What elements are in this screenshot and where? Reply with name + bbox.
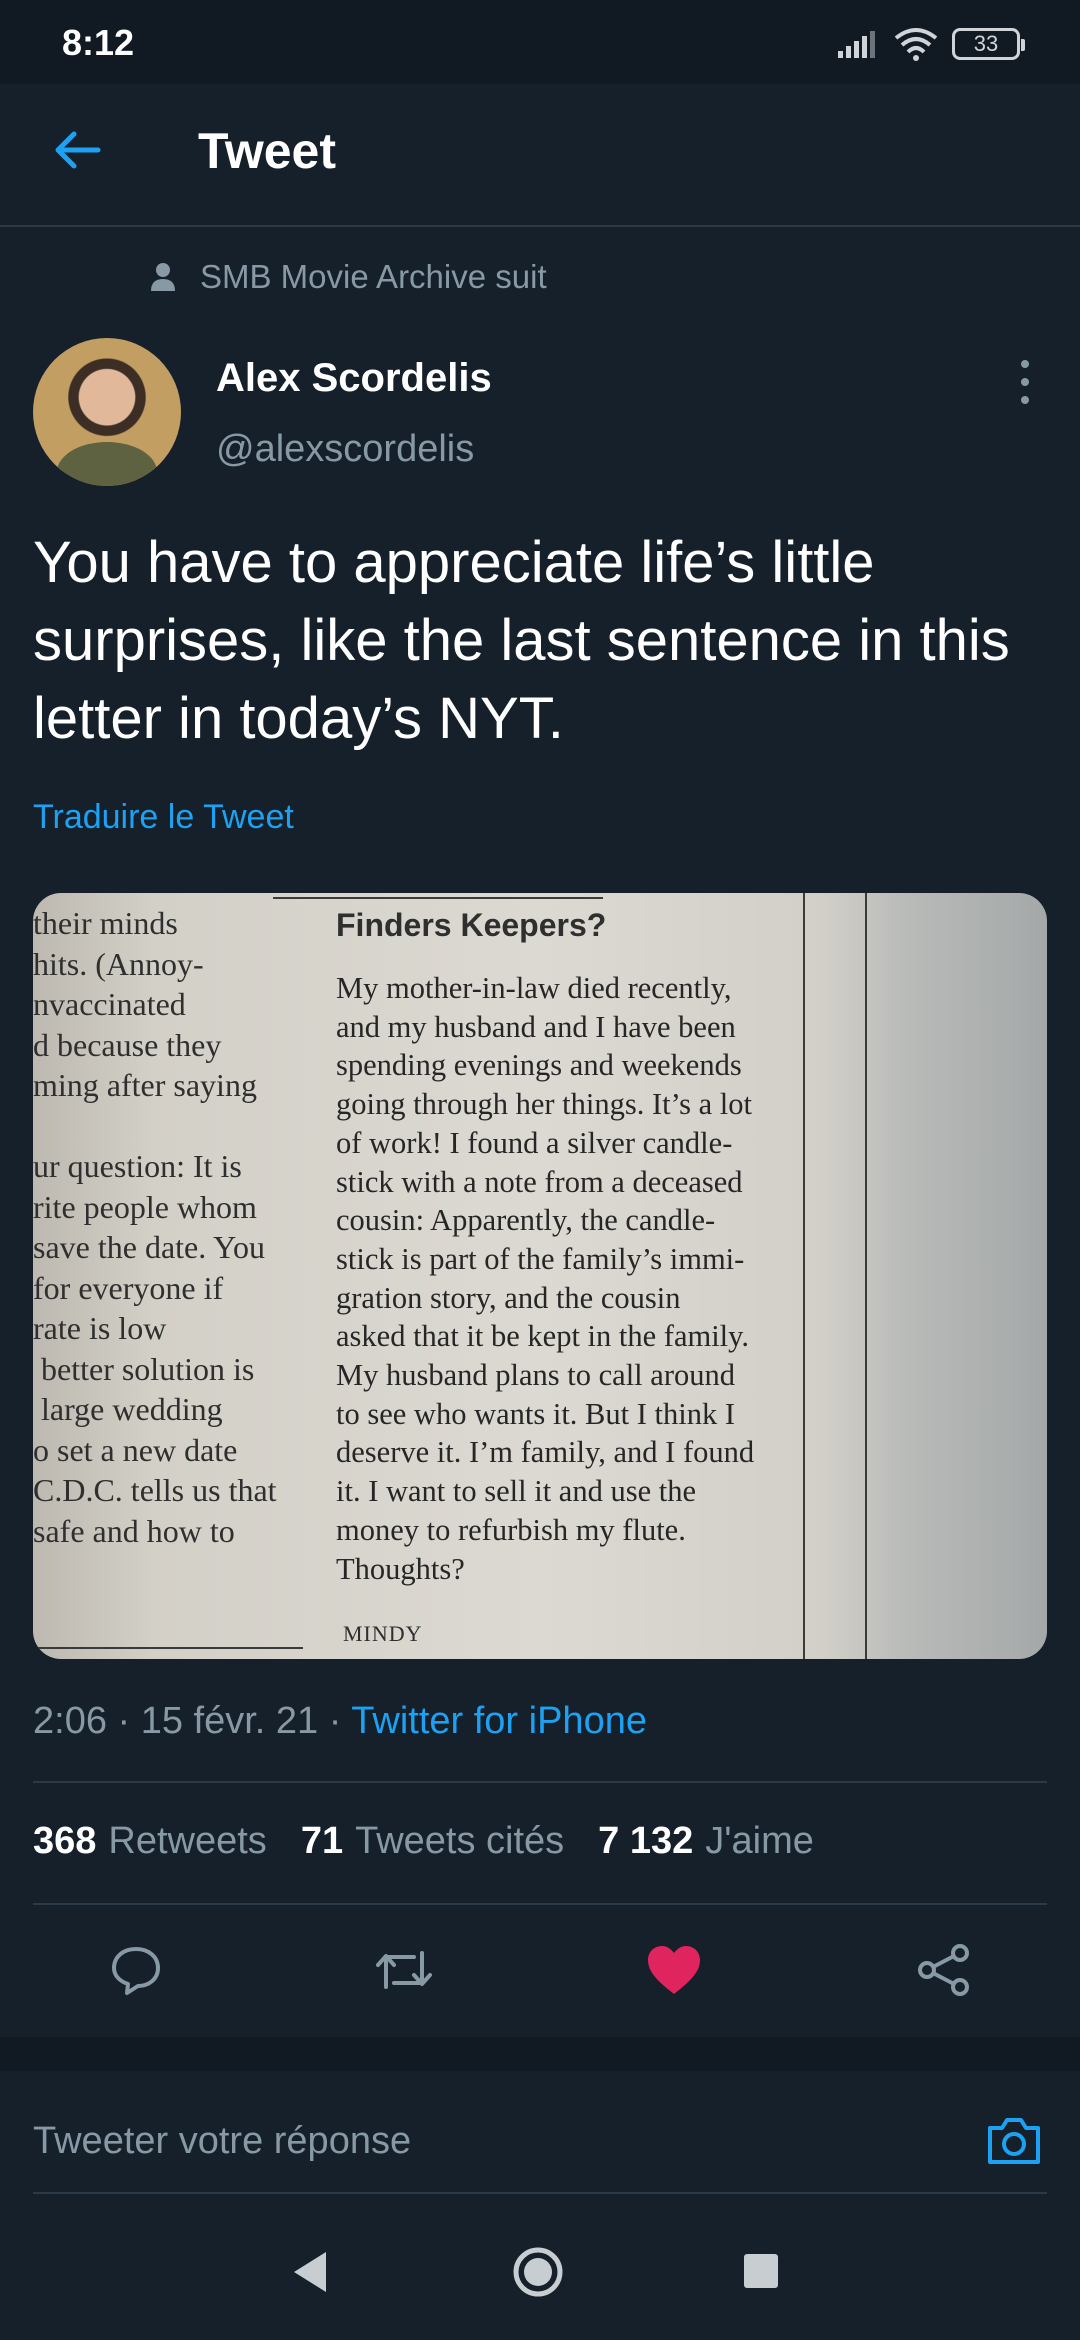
newspaper-left-column: their minds hits. (Annoy-nvaccinated d bec… [33, 903, 323, 1551]
retweets-count: 368 [33, 1820, 97, 1862]
divider [33, 1903, 1047, 1905]
tweet-timestamp: 2:06 · 15 févr. 21 · [33, 1700, 352, 1742]
newspaper-line: ming after saying [33, 1067, 257, 1103]
letter-signature: MINDY [343, 1621, 423, 1646]
letter-line: spending evenings and weekends [336, 1048, 742, 1083]
author-name[interactable]: Alex Scordelis [216, 356, 492, 401]
social-context-text: SMB Movie Archive suit [200, 258, 547, 295]
newspaper-line: hits. (Annoy- [33, 945, 204, 982]
letter-body: My mother-in-law died recently, and my hu… [336, 969, 836, 1588]
letter-line: stick with a note from a deceased [336, 1164, 743, 1199]
newspaper-line: better solution is [33, 1350, 255, 1387]
letter-line: going through her things. It’s a lot [336, 1087, 752, 1122]
newspaper-line: rate is low [33, 1310, 167, 1346]
avatar[interactable] [33, 338, 181, 486]
like-icon [648, 1946, 700, 1994]
letter-line: deserve it. I’m family, and I found [336, 1435, 755, 1470]
quotes-stat[interactable]: 71 Tweets cités [301, 1820, 564, 1863]
arrow-left-icon[interactable] [48, 120, 108, 180]
letter-line: asked that it be kept in the family. [336, 1319, 750, 1354]
nav-home-icon[interactable] [512, 2246, 564, 2298]
person-icon [151, 263, 175, 291]
newspaper-line: save the date. You [33, 1229, 265, 1265]
nav-back-icon[interactable] [290, 2250, 330, 2294]
letter-line: gration story, and the cousin [336, 1280, 681, 1315]
letter-line: Thoughts? [336, 1551, 465, 1586]
newspaper-column-rule-2 [865, 893, 867, 1659]
tweet-source-link[interactable]: Twitter for iPhone [351, 1700, 647, 1742]
reply-button[interactable] [106, 1940, 166, 2000]
reply-input[interactable]: Tweeter votre réponse [33, 2120, 411, 2163]
quotes-count: 71 [300, 1820, 344, 1862]
retweet-icon [376, 1951, 432, 1989]
status-time: 8:12 [62, 22, 135, 63]
letter-line: My mother-in-law died recently, [336, 971, 732, 1005]
newspaper-rule-top [273, 897, 603, 899]
tweet-stats: 368 Retweets 71 Tweets cités 7 132 J'aime [33, 1820, 814, 1863]
newspaper-line: large wedding [33, 1391, 223, 1427]
newspaper-rule-bottom [33, 1647, 303, 1649]
author-handle[interactable]: @alexscordelis [216, 428, 474, 471]
wifi-icon [894, 28, 938, 61]
letter-line: My husband plans to call around [336, 1358, 735, 1393]
avatar-shirt [57, 442, 157, 486]
newspaper-line: rite people whom [33, 1188, 257, 1225]
camera-icon[interactable] [984, 2110, 1044, 2170]
status-icons: 33 [836, 24, 1025, 64]
newspaper-line: ur question: It is [33, 1148, 242, 1184]
letter-line: cousin: Apparently, the candle- [336, 1203, 716, 1238]
like-button[interactable] [644, 1940, 704, 2000]
quotes-label: Tweets cités [355, 1820, 565, 1862]
tweet-image[interactable]: their minds hits. (Annoy-nvaccinated d bec… [33, 893, 1047, 1659]
retweet-button[interactable] [374, 1940, 434, 2000]
share-icon [918, 1944, 969, 1996]
app-header: Tweet [0, 84, 1080, 227]
divider [33, 2192, 1047, 2194]
translate-link[interactable]: Traduire le Tweet [33, 798, 294, 837]
social-context[interactable]: SMB Movie Archive suit [150, 258, 547, 296]
retweets-stat[interactable]: 368 Retweets [33, 1820, 267, 1863]
status-bar: 8:12 33 [0, 0, 1080, 84]
divider [33, 1781, 1047, 1783]
letter-line: of work! I found a silver candle- [336, 1125, 733, 1160]
share-button[interactable] [914, 1940, 974, 2000]
newspaper-line: C.D.C. tells us that [33, 1472, 277, 1508]
reply-icon [112, 1947, 160, 1995]
newspaper-line: nvaccinated [33, 986, 186, 1022]
newspaper-line: safe and how to [33, 1512, 235, 1549]
tweet-meta: 2:06 · 15 févr. 21 · Twitter for iPhone [33, 1700, 647, 1743]
newspaper-line [33, 1106, 323, 1147]
letter-title: Finders Keepers? [336, 907, 607, 943]
retweets-label: Retweets [108, 1820, 267, 1862]
signal-icon [838, 31, 875, 58]
more-options-icon[interactable] [1010, 360, 1040, 404]
likes-count: 7 132 [598, 1820, 694, 1862]
newspaper-line: their minds [33, 905, 178, 941]
letter-line: and my husband and I have been [336, 1009, 736, 1044]
page-title: Tweet [198, 123, 336, 179]
newspaper-line: d because they [33, 1026, 222, 1063]
letter-line: it. I want to sell it and use the [336, 1474, 696, 1509]
tweet-text: You have to appreciate life’s little sur… [33, 530, 1010, 751]
newspaper-line: o set a new date [33, 1431, 238, 1468]
nav-recents-icon[interactable] [744, 2254, 778, 2288]
section-separator [0, 2037, 1080, 2071]
letter-line: to see who wants it. But I think I [336, 1396, 736, 1431]
letter-line: stick is part of the family’s immi- [336, 1241, 745, 1276]
newspaper-line: for everyone if [33, 1269, 224, 1306]
battery-icon: 33 [952, 28, 1025, 60]
likes-label: J'aime [705, 1820, 814, 1862]
letter-line: money to refurbish my flute. [336, 1512, 686, 1547]
likes-stat[interactable]: 7 132 J'aime [598, 1820, 814, 1863]
